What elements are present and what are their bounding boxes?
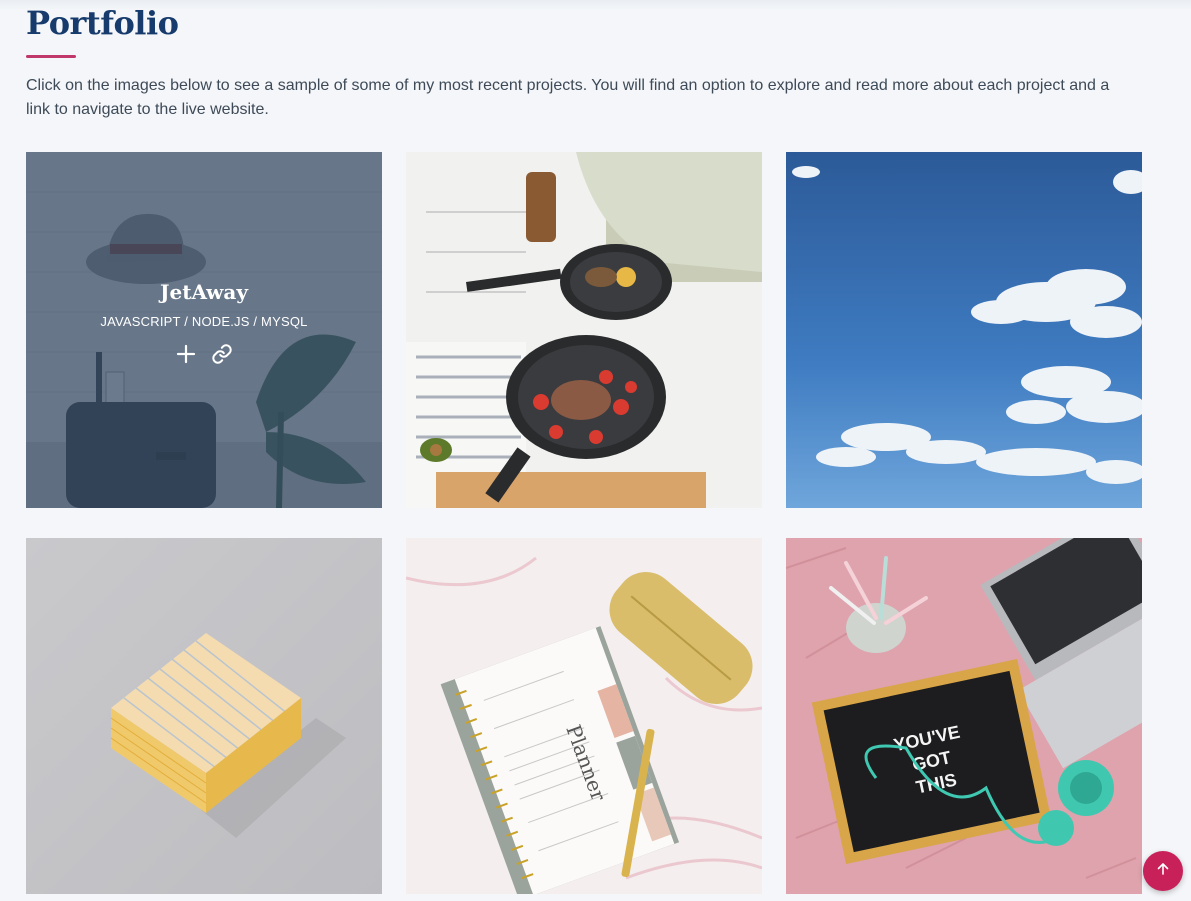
plus-icon[interactable]	[175, 343, 197, 365]
blue-sky-clouds-photo	[786, 152, 1142, 508]
portfolio-card-4[interactable]	[26, 538, 382, 894]
project-tech-stack: JAVASCRIPT / NODE.JS / MYSQL	[100, 314, 308, 329]
letterboard-and-laptop-photo: YOU'VE GOT THIS	[786, 538, 1142, 894]
portfolio-card-6[interactable]: YOU'VE GOT THIS	[786, 538, 1142, 894]
section-intro: Click on the images below to see a sampl…	[26, 77, 1110, 118]
portfolio-card-5[interactable]: Planner	[406, 538, 762, 894]
portfolio-card-2[interactable]	[406, 152, 762, 508]
title-underline	[26, 55, 76, 58]
portfolio-card-3[interactable]	[786, 152, 1142, 508]
cooking-pans-photo	[406, 152, 762, 508]
header-shadow	[0, 0, 1191, 10]
project-title: JetAway	[160, 280, 248, 304]
portfolio-card-jetaway[interactable]: JetAway JAVASCRIPT / NODE.JS / MYSQL	[26, 152, 382, 508]
sticky-notes-block-photo	[26, 538, 382, 894]
arrow-up-icon	[1156, 862, 1170, 881]
section-title: Portfolio	[26, 4, 179, 42]
link-icon[interactable]	[211, 343, 233, 365]
planner-and-pencil-case-photo: Planner	[406, 538, 762, 894]
back-to-top-button[interactable]	[1143, 851, 1183, 891]
project-hover-overlay: JetAway JAVASCRIPT / NODE.JS / MYSQL	[26, 152, 382, 508]
